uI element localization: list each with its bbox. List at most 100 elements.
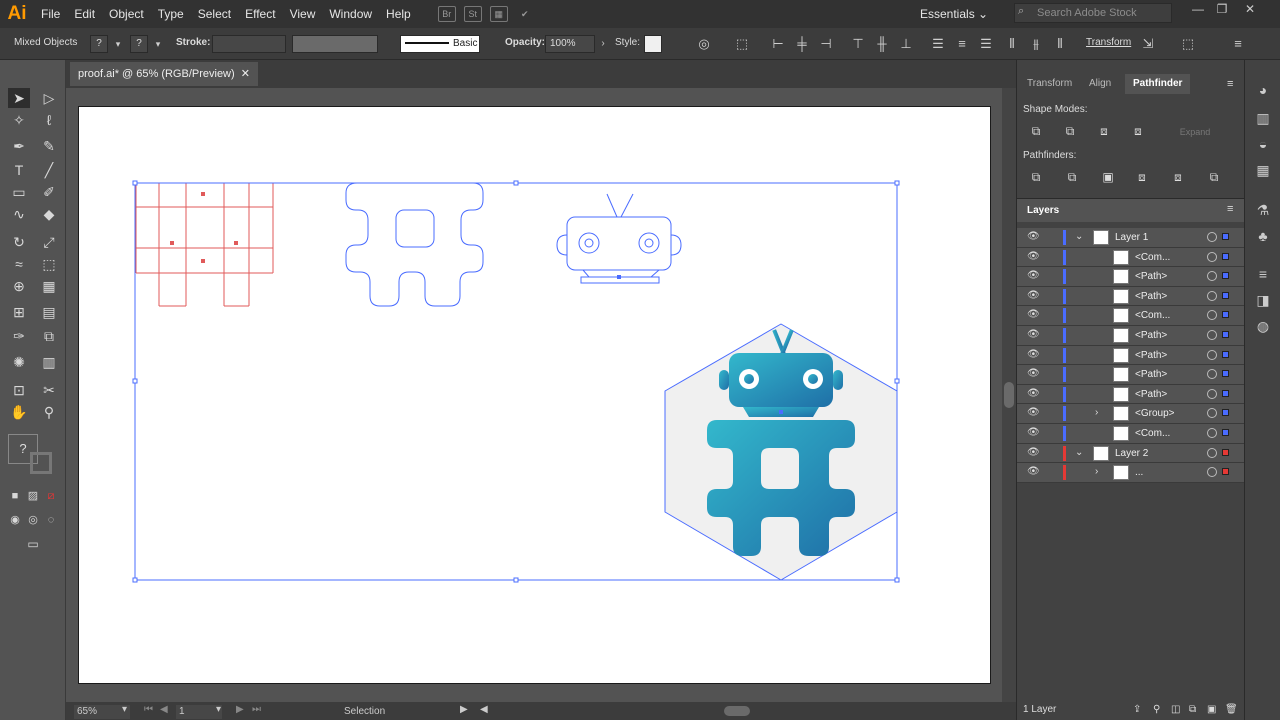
unite-icon[interactable]: ⧉	[1027, 122, 1045, 140]
shaper-tool-icon[interactable]: ∿	[8, 204, 30, 224]
scale-tool-icon[interactable]: ⤢	[38, 232, 60, 252]
align-right-icon[interactable]: ⊣	[818, 36, 834, 52]
menu-edit[interactable]: Edit	[67, 0, 102, 28]
target-circle-icon[interactable]	[1207, 251, 1217, 262]
align-center-h-icon[interactable]: ╪	[794, 36, 810, 52]
type-tool-icon[interactable]: T	[8, 160, 30, 180]
menu-help[interactable]: Help	[379, 0, 418, 28]
target-circle-icon[interactable]	[1207, 447, 1217, 458]
delete-icon[interactable]: 🗑	[1225, 700, 1238, 720]
transparency-icon[interactable]: ◍	[1253, 316, 1273, 336]
menu-view[interactable]: View	[283, 0, 323, 28]
selection-square-icon[interactable]	[1222, 429, 1229, 436]
variable-width-profile[interactable]	[292, 35, 378, 53]
stroke-panel-icon[interactable]: ≡	[1253, 264, 1273, 284]
transform-link[interactable]: Transform	[1086, 37, 1131, 48]
layer-name[interactable]: ...	[1135, 467, 1143, 478]
layer-row[interactable]: 👁 <Path>	[1017, 326, 1245, 346]
color-icon[interactable]: ◕	[1253, 80, 1273, 100]
selection-square-icon[interactable]	[1222, 272, 1229, 280]
visibility-eye-icon[interactable]: 👁	[1027, 368, 1040, 380]
selection-square-icon[interactable]	[1222, 370, 1229, 378]
layer-row[interactable]: 👁 <Path>	[1017, 286, 1245, 307]
layer-name[interactable]: <Path>	[1135, 291, 1167, 302]
graphic-style-swatch[interactable]	[644, 35, 662, 53]
symbol-sprayer-tool-icon[interactable]: ✺	[8, 352, 30, 372]
visibility-eye-icon[interactable]: 👁	[1027, 407, 1040, 419]
layer-name[interactable]: <Com...	[1135, 428, 1170, 439]
target-circle-icon[interactable]	[1207, 369, 1217, 380]
gradient-panel-icon[interactable]: ◨	[1253, 290, 1273, 310]
selection-square-icon[interactable]	[1222, 252, 1229, 260]
arrange-documents-icon[interactable]: ▦	[489, 6, 508, 22]
crop-icon[interactable]: ⧈	[1133, 168, 1151, 186]
close-tab-icon[interactable]: ✕	[241, 62, 250, 86]
isolate-icon[interactable]: ⬚	[1180, 36, 1196, 52]
paintbrush-tool-icon[interactable]: ✐	[38, 182, 60, 202]
merge-icon[interactable]: ▣	[1099, 168, 1117, 186]
target-circle-icon[interactable]	[1207, 349, 1217, 360]
align-to-selection-icon[interactable]: ⬚	[734, 36, 750, 52]
chevron-down-icon[interactable]: ▾	[150, 36, 166, 52]
document-tab[interactable]: proof.ai* @ 65% (RGB/Preview) ✕	[70, 62, 258, 86]
rotate-tool-icon[interactable]: ↻	[8, 232, 30, 252]
new-sublayer-icon[interactable]: ⧉	[1189, 700, 1196, 720]
selection-square-icon[interactable]	[1222, 291, 1229, 299]
width-tool-icon[interactable]: ≈	[8, 254, 30, 274]
target-circle-icon[interactable]	[1207, 271, 1217, 282]
chevron-right-icon[interactable]: ›	[1095, 407, 1098, 418]
layer-row[interactable]: 👁 <Path>	[1017, 365, 1245, 385]
selection-square-icon[interactable]	[1222, 350, 1229, 358]
restore-button[interactable]: ❐	[1210, 2, 1234, 18]
panel-menu-icon[interactable]: ≡	[1227, 203, 1233, 215]
layer-name[interactable]: Layer 1	[1115, 232, 1148, 243]
menu-effect[interactable]: Effect	[238, 0, 282, 28]
make-clipping-mask-icon[interactable]: ◫	[1171, 700, 1180, 720]
screen-mode-icon[interactable]: ▭	[22, 534, 44, 554]
column-graph-tool-icon[interactable]: ▥	[38, 352, 60, 372]
swatches-icon[interactable]: ▦	[1253, 160, 1273, 180]
blend-tool-icon[interactable]: ⧉	[38, 326, 60, 346]
chevron-down-icon[interactable]: ▾	[216, 704, 221, 715]
color-themes-icon[interactable]: ◒	[1253, 134, 1273, 154]
rectangle-tool-icon[interactable]: ▭	[8, 182, 30, 202]
target-circle-icon[interactable]	[1207, 310, 1217, 321]
stroke-swatch[interactable]: ?	[130, 35, 148, 53]
target-circle-icon[interactable]	[1207, 467, 1217, 478]
menu-file[interactable]: File	[34, 0, 67, 28]
layer-name[interactable]: <Group>	[1135, 408, 1174, 419]
panel-menu-icon[interactable]: ≡	[1230, 36, 1246, 52]
menu-window[interactable]: Window	[322, 0, 379, 28]
mesh-tool-icon[interactable]: ⊞	[8, 302, 30, 322]
pen-tool-icon[interactable]: ✒	[8, 136, 30, 156]
chevron-down-icon[interactable]: ⌄	[1075, 447, 1083, 458]
layer-name[interactable]: <Com...	[1135, 310, 1170, 321]
close-window-button[interactable]: ✕	[1238, 2, 1262, 18]
selection-square-icon[interactable]	[1222, 389, 1229, 397]
selection-square-icon[interactable]	[1222, 468, 1229, 476]
chevron-right-icon[interactable]: ›	[595, 36, 611, 52]
status-menu-icon[interactable]: ▶	[460, 704, 468, 715]
hand-tool-icon[interactable]: ✋	[8, 402, 30, 422]
visibility-eye-icon[interactable]: 👁	[1027, 251, 1040, 263]
layer-row[interactable]: 👁 <Com...	[1017, 247, 1245, 268]
visibility-eye-icon[interactable]: 👁	[1027, 309, 1040, 321]
first-artboard-icon[interactable]: ⏮	[144, 704, 153, 715]
tab-pathfinder[interactable]: Pathfinder	[1125, 74, 1191, 94]
selection-tool-icon[interactable]: ➤	[8, 88, 30, 108]
gradient-tool-icon[interactable]: ▤	[38, 302, 60, 322]
visibility-eye-icon[interactable]: 👁	[1027, 231, 1040, 243]
selection-square-icon[interactable]	[1222, 409, 1229, 417]
artboard[interactable]	[78, 106, 991, 684]
stroke-weight-input[interactable]	[212, 35, 286, 53]
new-layer-icon[interactable]: ▣	[1207, 700, 1216, 720]
locate-object-icon[interactable]: ⚲	[1153, 700, 1160, 720]
panel-menu-icon[interactable]: ≡	[1227, 78, 1233, 90]
menu-type[interactable]: Type	[151, 0, 191, 28]
minimize-button[interactable]: —	[1186, 2, 1210, 18]
distribute-hcenter-icon[interactable]: ⫵	[1028, 36, 1044, 52]
menu-object[interactable]: Object	[102, 0, 151, 28]
collect-export-icon[interactable]: ⇪	[1133, 700, 1141, 720]
artwork-svg[interactable]	[79, 107, 992, 685]
visibility-eye-icon[interactable]: 👁	[1027, 349, 1040, 361]
